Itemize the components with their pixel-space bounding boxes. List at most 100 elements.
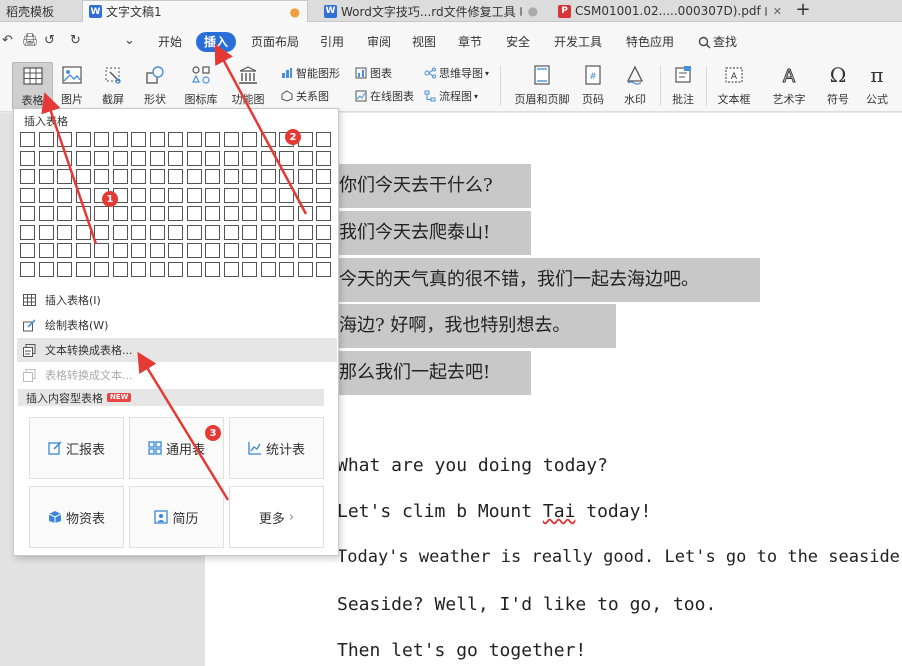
header-footer-button[interactable]: 页眉和页脚 — [512, 62, 572, 110]
grid-cell[interactable] — [57, 150, 72, 166]
page-number-button[interactable]: # 页码 — [578, 62, 608, 110]
smart-shape-button[interactable]: 智能图形 — [281, 65, 340, 81]
grid-cell[interactable] — [279, 169, 294, 184]
grid-cell[interactable] — [38, 224, 54, 240]
grid-cell[interactable] — [223, 224, 239, 240]
grid-cell[interactable] — [242, 187, 257, 203]
grid-cell[interactable] — [297, 150, 313, 166]
redo-icon[interactable]: ↻ — [70, 33, 81, 49]
grid-cell[interactable] — [20, 150, 35, 166]
grid-cell[interactable] — [149, 224, 165, 240]
menu-view[interactable]: 视图 — [412, 32, 436, 52]
grid-cell[interactable] — [75, 243, 91, 258]
grid-cell[interactable] — [149, 261, 165, 277]
grid-cell[interactable] — [242, 243, 257, 258]
grid-cell[interactable] — [20, 243, 35, 258]
grid-cell[interactable] — [57, 187, 72, 203]
grid-cell[interactable] — [75, 224, 91, 240]
chart-button[interactable]: 图表 — [355, 65, 392, 81]
grid-cell[interactable] — [75, 132, 91, 147]
grid-cell[interactable] — [260, 132, 276, 147]
grid-cell[interactable] — [186, 261, 202, 277]
grid-cell[interactable] — [131, 169, 146, 184]
grid-cell[interactable] — [205, 206, 220, 221]
grid-cell[interactable] — [279, 150, 294, 166]
grid-cell[interactable] — [297, 206, 313, 221]
grid-cell[interactable] — [94, 169, 109, 184]
tab-document-1[interactable]: W 文字文稿1 ● — [82, 0, 308, 22]
grid-cell[interactable] — [168, 224, 183, 240]
grid-cell[interactable] — [94, 132, 109, 147]
grid-cell[interactable] — [112, 206, 128, 221]
grid-cell[interactable] — [242, 132, 257, 147]
grid-cell[interactable] — [57, 132, 72, 147]
grid-cell[interactable] — [38, 132, 54, 147]
grid-cell[interactable] — [20, 261, 35, 277]
picture-button[interactable]: 图片 — [57, 62, 87, 110]
grid-cell[interactable] — [205, 261, 220, 277]
menu-security[interactable]: 安全 — [506, 32, 530, 52]
grid-cell[interactable] — [131, 132, 146, 147]
grid-cell[interactable] — [205, 243, 220, 258]
tab-word-tips[interactable]: W Word文字技巧...rd文件修复工具 ● — [318, 0, 544, 22]
grid-cell[interactable] — [168, 169, 183, 184]
grid-cell[interactable] — [168, 132, 183, 147]
grid-cell[interactable] — [242, 224, 257, 240]
grid-cell[interactable] — [242, 206, 257, 221]
menu-page-layout[interactable]: 页面布局 — [251, 32, 299, 52]
grid-cell[interactable] — [223, 206, 239, 221]
icon-library-button[interactable]: 图标库 — [184, 62, 218, 110]
grid-cell[interactable] — [316, 150, 331, 166]
grid-cell[interactable] — [205, 187, 220, 203]
grid-cell[interactable] — [131, 261, 146, 277]
grid-cell[interactable] — [297, 187, 313, 203]
grid-cell[interactable] — [112, 169, 128, 184]
grid-cell[interactable] — [186, 150, 202, 166]
grid-cell[interactable] — [38, 243, 54, 258]
symbol-button[interactable]: Ω 符号 — [820, 62, 856, 110]
draw-table-item[interactable]: 绘制表格(W) — [17, 313, 337, 337]
grid-cell[interactable] — [131, 206, 146, 221]
stats-table-card[interactable]: 统计表 — [229, 417, 324, 479]
text-line[interactable]: Today's weather is really good. Let's go… — [337, 547, 902, 567]
grid-cell[interactable] — [279, 187, 294, 203]
grid-cell[interactable] — [112, 132, 128, 147]
grid-cell[interactable] — [223, 132, 239, 147]
more-tables-button[interactable]: 更多 › — [229, 486, 324, 548]
grid-cell[interactable] — [38, 206, 54, 221]
grid-cell[interactable] — [38, 187, 54, 203]
grid-cell[interactable] — [316, 169, 331, 184]
table-button[interactable]: 表格 — [12, 62, 53, 110]
menu-insert[interactable]: 插入 — [196, 32, 237, 52]
grid-cell[interactable] — [38, 261, 54, 277]
grid-cell[interactable] — [223, 187, 239, 203]
preview-icon[interactable]: ↺ — [44, 33, 55, 49]
menu-references[interactable]: 引用 — [320, 32, 344, 52]
text-line[interactable]: What are you doing today? — [337, 455, 608, 476]
grid-cell[interactable] — [316, 243, 331, 258]
grid-cell[interactable] — [57, 243, 72, 258]
comment-button[interactable]: 批注 — [668, 62, 698, 110]
formula-button[interactable]: π 公式 — [860, 62, 894, 110]
grid-cell[interactable] — [75, 150, 91, 166]
grid-cell[interactable] — [57, 261, 72, 277]
grid-cell[interactable] — [94, 206, 109, 221]
grid-cell[interactable] — [20, 187, 35, 203]
grid-cell[interactable] — [57, 169, 72, 184]
text-to-table-item[interactable]: 文本转换成表格... — [17, 338, 337, 362]
new-tab-button[interactable]: + — [792, 0, 814, 22]
selected-line[interactable]: 那么我们一起去吧! — [339, 351, 531, 395]
grid-cell[interactable] — [186, 132, 202, 147]
grid-cell[interactable] — [20, 169, 35, 184]
grid-cell[interactable] — [205, 169, 220, 184]
grid-cell[interactable] — [186, 187, 202, 203]
grid-cell[interactable] — [149, 243, 165, 258]
grid-cell[interactable] — [297, 261, 313, 277]
grid-cell[interactable] — [20, 224, 35, 240]
grid-cell[interactable] — [316, 132, 331, 147]
grid-cell[interactable] — [186, 243, 202, 258]
resume-table-card[interactable]: 简历 — [129, 486, 224, 548]
grid-cell[interactable] — [316, 224, 331, 240]
screenshot-button[interactable]: 截屏 — [98, 62, 128, 110]
grid-cell[interactable] — [186, 206, 202, 221]
